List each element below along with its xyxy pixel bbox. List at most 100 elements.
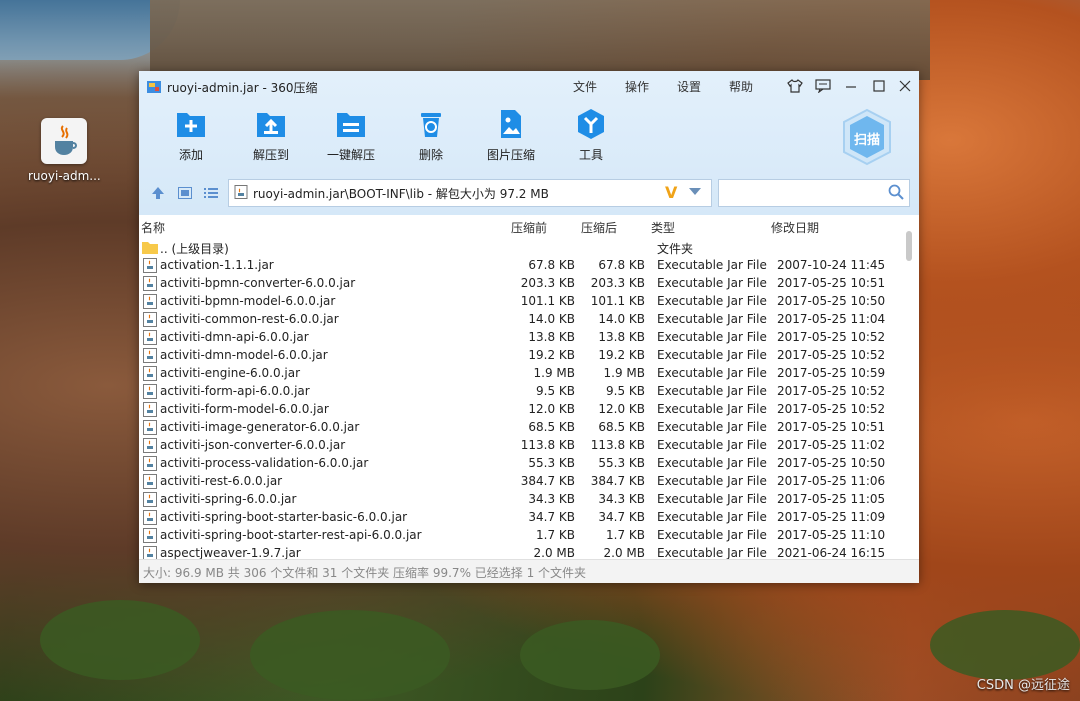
scan-label: 扫描 [853, 133, 880, 148]
app-icon [147, 81, 161, 93]
minimize-icon[interactable] [841, 77, 861, 95]
add-label: 添加 [178, 148, 203, 162]
extract-to-button[interactable]: 解压到 [231, 107, 311, 163]
file-row[interactable]: activiti-json-converter-6.0.0.jar 113.8 K… [139, 437, 904, 455]
search-icon[interactable] [888, 184, 904, 200]
file-size-after: 384.7 KB [590, 474, 645, 488]
file-row[interactable]: activiti-dmn-api-6.0.0.jar 13.8 KB 13.8 KB… [139, 329, 904, 347]
file-type: Executable Jar File [657, 402, 767, 416]
file-size-before: 68.5 KB [528, 420, 575, 434]
file-row[interactable]: activiti-form-model-6.0.0.jar 12.0 KB 12.0… [139, 401, 904, 419]
file-row[interactable]: activiti-rest-6.0.0.jar 384.7 KB 384.7 KB E… [139, 473, 904, 491]
file-name: activiti-engine-6.0.0.jar [160, 366, 301, 380]
file-name: activiti-form-model-6.0.0.jar [160, 402, 329, 416]
vertical-scrollbar-thumb[interactable] [906, 231, 912, 261]
list-view-icon[interactable] [203, 185, 219, 201]
parent-directory-row[interactable]: .. (上级目录) 文件夹 [139, 239, 904, 257]
file-size-after: 2.0 MB [603, 546, 645, 559]
jar-file-icon [143, 420, 157, 435]
desktop-icon-label: ruoyi-adm... [28, 169, 101, 183]
file-modified: 2017-05-25 10:51 [777, 420, 886, 434]
file-type: Executable Jar File [657, 348, 767, 362]
jar-file-icon [143, 492, 157, 507]
desktop-shrub [930, 610, 1080, 680]
file-type: Executable Jar File [657, 258, 767, 272]
file-type: Executable Jar File [657, 546, 767, 559]
file-row[interactable]: activiti-form-api-6.0.0.jar 9.5 KB 9.5 KB E… [139, 383, 904, 401]
file-size-after: 19.2 KB [598, 348, 645, 362]
scan-button[interactable]: 扫描 [839, 107, 895, 169]
desktop-jar-file[interactable]: ruoyi-adm... [28, 118, 101, 183]
file-name: activiti-spring-boot-starter-basic-6.0.0… [160, 510, 408, 524]
tools-label: 工具 [578, 148, 603, 162]
file-size-before: 34.3 KB [528, 492, 575, 506]
file-size-before: 9.5 KB [536, 384, 575, 398]
jar-file-icon [143, 438, 157, 453]
jar-file-icon [143, 294, 157, 309]
address-bar-row: ruoyi-admin.jar\BOOT-INF\lib - 解包大小为 97.… [139, 179, 919, 207]
search-field[interactable] [718, 179, 910, 207]
archive-window: ruoyi-admin.jar - 360压缩 文件 操作 设置 帮助 添加 解… [139, 71, 919, 583]
file-row[interactable]: activiti-spring-boot-starter-basic-6.0.0… [139, 509, 904, 527]
delete-button[interactable]: 删除 [391, 107, 471, 163]
file-modified: 2017-05-25 11:02 [777, 438, 886, 452]
window-title: ruoyi-admin.jar - 360压缩 [167, 81, 318, 95]
jar-file-icon [143, 546, 157, 559]
file-size-after: 68.5 KB [598, 420, 645, 434]
jar-file-icon [143, 330, 157, 345]
image-compress-button[interactable]: 图片压缩 [471, 107, 551, 163]
file-name: activiti-bpmn-converter-6.0.0.jar [160, 276, 356, 290]
file-row[interactable]: activiti-bpmn-converter-6.0.0.jar 203.3 K… [139, 275, 904, 293]
skin-icon[interactable] [785, 77, 805, 95]
file-size-before: 1.7 KB [536, 528, 575, 542]
column-size-after[interactable]: 压缩后 [581, 219, 617, 236]
file-modified: 2017-05-25 10:52 [777, 330, 886, 344]
file-modified: 2017-05-25 11:05 [777, 492, 886, 506]
file-size-before: 12.0 KB [528, 402, 575, 416]
file-name: activiti-spring-boot-starter-rest-api-6.… [160, 528, 422, 542]
file-row[interactable]: activation-1.1.1.jar 67.8 KB 67.8 KB Execut… [139, 257, 904, 275]
tools-button[interactable]: 工具 [551, 107, 631, 163]
file-row[interactable]: activiti-spring-boot-starter-rest-api-6.… [139, 527, 904, 545]
file-modified: 2017-05-25 11:04 [777, 312, 886, 326]
menu-settings[interactable]: 设置 [677, 78, 701, 95]
maximize-icon[interactable] [869, 77, 889, 95]
menu-help[interactable]: 帮助 [729, 78, 753, 95]
verified-icon: V [665, 183, 678, 202]
file-name: activiti-form-api-6.0.0.jar [160, 384, 310, 398]
column-type[interactable]: 类型 [651, 219, 675, 236]
column-modified[interactable]: 修改日期 [771, 219, 819, 236]
title-bar[interactable]: ruoyi-admin.jar - 360压缩 文件 操作 设置 帮助 [139, 71, 919, 101]
file-row[interactable]: activiti-process-validation-6.0.0.jar 55.… [139, 455, 904, 473]
up-level-icon[interactable] [150, 185, 166, 201]
file-type: Executable Jar File [657, 420, 767, 434]
file-row[interactable]: activiti-image-generator-6.0.0.jar 68.5 K… [139, 419, 904, 437]
file-row[interactable]: aspectjweaver-1.9.7.jar 2.0 MB 2.0 MB Execu… [139, 545, 904, 559]
file-row[interactable]: activiti-spring-6.0.0.jar 34.3 KB 34.3 KB E… [139, 491, 904, 509]
menu-operation[interactable]: 操作 [625, 78, 649, 95]
thumbnail-view-icon[interactable] [177, 185, 193, 201]
path-dropdown-icon[interactable] [689, 188, 701, 195]
file-size-after: 203.3 KB [590, 276, 645, 290]
add-button[interactable]: 添加 [151, 107, 231, 163]
file-size-after: 34.7 KB [598, 510, 645, 524]
file-size-before: 113.8 KB [520, 438, 575, 452]
search-input[interactable] [723, 183, 887, 203]
column-name[interactable]: 名称 [141, 219, 165, 236]
file-size-before: 203.3 KB [520, 276, 575, 290]
column-size-before[interactable]: 压缩前 [511, 219, 547, 236]
file-row[interactable]: activiti-common-rest-6.0.0.jar 14.0 KB 14.… [139, 311, 904, 329]
file-size-after: 1.7 KB [606, 528, 645, 542]
file-row[interactable]: activiti-engine-6.0.0.jar 1.9 MB 1.9 MB Exe… [139, 365, 904, 383]
menu-file[interactable]: 文件 [573, 78, 597, 95]
close-icon[interactable] [895, 77, 915, 95]
feedback-icon[interactable] [813, 77, 833, 95]
file-modified: 2017-05-25 10:52 [777, 348, 886, 362]
one-click-extract-button[interactable]: 一键解压 [311, 107, 391, 163]
file-modified: 2021-06-24 16:15 [777, 546, 886, 559]
path-field[interactable]: ruoyi-admin.jar\BOOT-INF\lib - 解包大小为 97.… [228, 179, 712, 207]
desktop-shrub [520, 620, 660, 690]
file-size-before: 1.9 MB [533, 366, 575, 380]
file-row[interactable]: activiti-bpmn-model-6.0.0.jar 101.1 KB 101… [139, 293, 904, 311]
file-row[interactable]: activiti-dmn-model-6.0.0.jar 19.2 KB 19.2 … [139, 347, 904, 365]
